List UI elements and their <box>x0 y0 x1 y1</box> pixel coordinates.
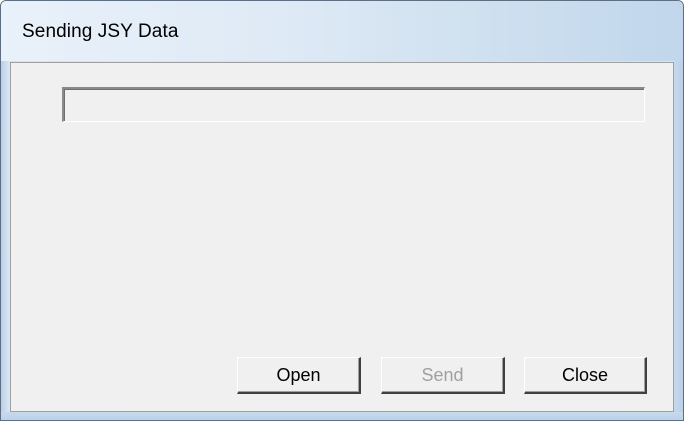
close-button[interactable]: Close <box>524 357 647 394</box>
window-frame-bottom <box>1 412 683 420</box>
window-title: Sending JSY Data <box>22 21 179 42</box>
window-frame-left <box>1 61 10 420</box>
window-frame-right <box>674 61 683 420</box>
open-button[interactable]: Open <box>237 357 361 394</box>
dialog-client-area: Open Send Close <box>10 62 674 412</box>
title-bar[interactable]: Sending JSY Data <box>1 1 683 61</box>
status-display-field <box>62 87 645 122</box>
send-button: Send <box>381 357 505 394</box>
dialog-window: Sending JSY Data Open Send Close <box>0 0 684 421</box>
